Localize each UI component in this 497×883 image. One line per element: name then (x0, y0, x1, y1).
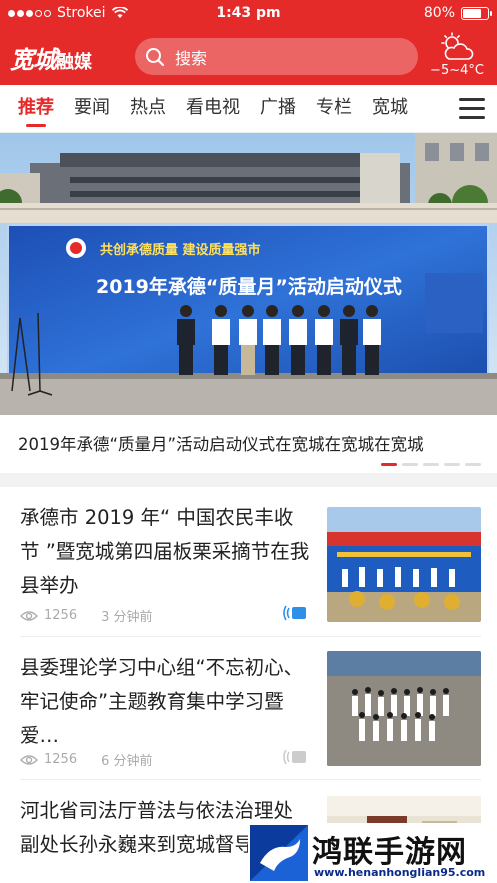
news-item[interactable]: 承德市 2019 年“ 中国农民丰收节 ”暨宽城第四届板栗采摘节在我县举办 12… (0, 487, 497, 637)
app-logo[interactable]: 宽城融媒 (10, 40, 92, 75)
clock: 1:43 pm (216, 5, 281, 21)
search-placeholder: 搜索 (175, 48, 208, 68)
status-bar: Strokei 1:43 pm 80% (0, 0, 497, 28)
audio-play-icon[interactable] (283, 604, 307, 622)
news-item[interactable]: 县委理论学习中心组“不忘初心、牢记使命”主题教育集中学习暨爱… 1256 6 分… (0, 637, 497, 782)
banner-image: 共创承德质量 建设质量强市 2019年承德“质量月”活动启动仪式 (0, 133, 497, 415)
menu-icon[interactable] (447, 85, 497, 131)
battery-icon (461, 6, 492, 20)
stage-slogan: 共创承德质量 建设质量强市 (100, 242, 261, 258)
battery-percent: 80% (423, 5, 455, 21)
tab-2[interactable]: 热点 (130, 85, 166, 131)
pager-dot[interactable] (444, 463, 460, 466)
eye-icon (20, 610, 38, 621)
weather-widget[interactable]: −5~4°C (427, 32, 487, 78)
pager-dot[interactable] (381, 463, 397, 466)
news-title: 县委理论学习中心组“不忘初心、牢记使命”主题教育集中学习暨爱… (20, 656, 304, 747)
site-watermark: 鸿联手游网 www.henanhonglian95.com (248, 823, 497, 883)
banner-caption-text: 2019年承德“质量月”活动启动仪式在宽城在宽城在宽城 (18, 435, 424, 454)
view-count: 1256 (44, 752, 78, 767)
watermark-logo (250, 825, 308, 881)
logo-sub: 融媒 (56, 52, 92, 73)
tab-0[interactable]: 推荐 (18, 85, 54, 131)
section-gap (0, 473, 497, 487)
carousel-pager (381, 463, 481, 466)
watermark-url: www.henanhonglian95.com (314, 866, 486, 879)
status-right: 80% (423, 5, 492, 21)
banner-caption[interactable]: 2019年承德“质量月”活动启动仪式在宽城在宽城在宽城 (0, 415, 497, 473)
pager-dot[interactable] (423, 463, 439, 466)
temperature: −5~4°C (430, 63, 484, 78)
tab-5[interactable]: 专栏 (316, 85, 352, 131)
news-thumbnail (327, 507, 481, 622)
stage-title: 2019年承德“质量月”活动启动仪式 (96, 275, 402, 298)
news-title: 承德市 2019 年“ 中国农民丰收节 ”暨宽城第四届板栗采摘节在我县举办 (20, 506, 310, 597)
view-count: 1256 (44, 608, 78, 623)
logo-main: 宽城 (10, 45, 57, 74)
banner-carousel[interactable]: 共创承德质量 建设质量强市 2019年承德“质量月”活动启动仪式 (0, 133, 497, 415)
category-tabs: 推荐 要闻 热点 看电视 广播 专栏 宽城 (0, 85, 497, 133)
partly-cloudy-icon (441, 32, 474, 60)
news-thumbnail (327, 651, 481, 766)
pager-dot[interactable] (402, 463, 418, 466)
eye-icon (20, 754, 38, 765)
tab-list: 推荐 要闻 热点 看电视 广播 专栏 宽城 (18, 85, 408, 131)
news-meta: 1256 3 分钟前 (20, 606, 153, 625)
news-meta: 1256 6 分钟前 (20, 750, 153, 769)
tab-6[interactable]: 宽城 (372, 85, 408, 131)
watermark-name: 鸿联手游网 (312, 835, 467, 870)
tab-1[interactable]: 要闻 (74, 85, 110, 131)
tab-4[interactable]: 广播 (260, 85, 296, 131)
pager-dot[interactable] (465, 463, 481, 466)
search-bar[interactable]: 搜索 (135, 38, 418, 75)
app-header: 宽城融媒 搜索 −5~4°C (0, 28, 497, 85)
search-icon (146, 47, 165, 66)
audio-play-icon[interactable] (283, 748, 307, 766)
publish-time: 3 分钟前 (101, 610, 153, 625)
tab-3[interactable]: 看电视 (186, 85, 240, 131)
publish-time: 6 分钟前 (101, 754, 153, 769)
